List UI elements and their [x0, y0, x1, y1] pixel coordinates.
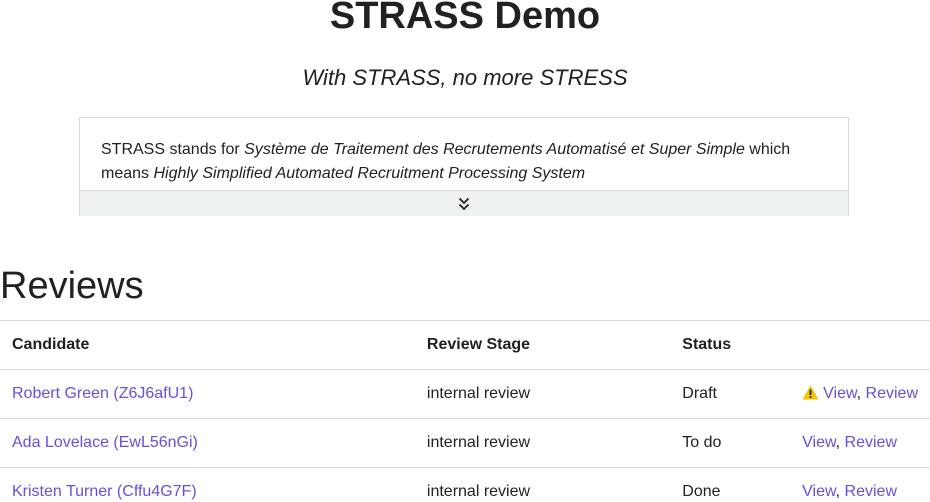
candidate-link[interactable]: Robert Green (Z6J6afU1) — [12, 385, 193, 402]
table-header-row: Candidate Review Stage Status — [0, 320, 930, 370]
page-title: STRASS Demo — [329, 0, 601, 37]
actions-cell: View, Review — [790, 467, 930, 502]
chevron-double-down-icon — [458, 197, 470, 210]
intro-french-name: Système de Traitement des Recrutements A… — [244, 141, 745, 158]
intro-text: STRASS stands for Système de Traitement … — [101, 138, 841, 186]
expand-intro-button[interactable] — [80, 190, 848, 216]
intro-english-name: Highly Simplified Automated Recruitment … — [153, 165, 586, 182]
review-stage-cell: internal review — [414, 418, 671, 468]
status-cell: Draft — [670, 369, 791, 419]
actions-cell: View, Review — [790, 369, 930, 419]
actions-cell: View, Review — [790, 418, 930, 468]
action-separator: , — [835, 434, 845, 451]
review-stage-cell: internal review — [414, 467, 671, 502]
page: STRASS Demo With STRASS, no more STRESS … — [0, 0, 930, 502]
view-link[interactable]: View — [823, 385, 857, 402]
table-row: Robert Green (Z6J6afU1) internal review … — [0, 369, 930, 419]
column-header-review-stage: Review Stage — [414, 320, 671, 370]
review-link[interactable]: Review — [845, 483, 897, 500]
reviews-table: Candidate Review Stage Status Robert Gre… — [0, 320, 930, 502]
intro-prefix: STRASS stands for — [101, 141, 245, 158]
status-cell: To do — [670, 418, 791, 468]
review-link[interactable]: Review — [866, 385, 918, 402]
page-subtitle: With STRASS, no more STRESS — [302, 65, 628, 90]
column-header-status: Status — [670, 320, 791, 370]
intro-panel: STRASS stands for Système de Traitement … — [79, 117, 849, 216]
warning-icon — [802, 385, 819, 400]
column-header-actions — [790, 320, 930, 370]
view-link[interactable]: View — [802, 483, 836, 500]
view-link[interactable]: View — [802, 434, 836, 451]
candidate-link[interactable]: Kristen Turner (Cffu4G7F) — [12, 483, 197, 500]
candidate-link[interactable]: Ada Lovelace (EwL56nGi) — [12, 434, 198, 451]
table-row: Ada Lovelace (EwL56nGi) internal review … — [0, 418, 930, 468]
review-link[interactable]: Review — [845, 434, 897, 451]
review-stage-cell: internal review — [414, 369, 671, 419]
table-row: Kristen Turner (Cffu4G7F) internal revie… — [0, 467, 930, 502]
reviews-heading: Reviews — [0, 265, 144, 307]
column-header-candidate: Candidate — [0, 320, 415, 370]
status-cell: Done — [670, 467, 791, 502]
action-separator: , — [856, 385, 866, 402]
action-separator: , — [835, 483, 845, 500]
